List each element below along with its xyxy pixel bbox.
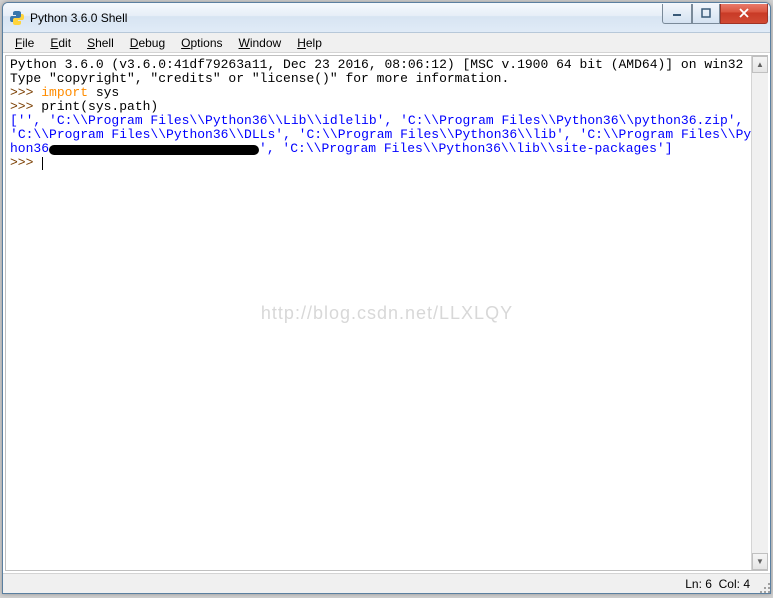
cmd1-rest: sys: [88, 85, 119, 100]
menu-help[interactable]: Help: [289, 34, 330, 52]
menu-shell[interactable]: Shell: [79, 34, 122, 52]
scroll-up-button[interactable]: ▲: [752, 56, 768, 73]
app-window: Python 3.6.0 Shell File Edit Shell Debug…: [2, 2, 771, 594]
cmd-print: print(sys.path): [41, 99, 158, 114]
line-value: 6: [705, 577, 712, 591]
banner-line-2: Type "copyright", "credits" or "license(…: [10, 71, 509, 86]
menubar: File Edit Shell Debug Options Window Hel…: [3, 33, 770, 53]
output: ['', 'C:\\Program Files\\Python36\\Lib\\…: [10, 113, 759, 156]
menu-options[interactable]: Options: [173, 34, 230, 52]
statusbar: Ln: 6 Col: 4: [3, 573, 770, 593]
vertical-scrollbar[interactable]: ▲ ▼: [751, 56, 768, 570]
banner-line-1: Python 3.6.0 (v3.6.0:41df79263a11, Dec 2…: [10, 57, 743, 72]
close-button[interactable]: [720, 4, 768, 24]
text-cursor: [42, 157, 43, 170]
prompt: >>>: [10, 99, 41, 114]
col-value: 4: [743, 577, 750, 591]
resize-grip[interactable]: [757, 580, 771, 594]
keyword-import: import: [41, 85, 88, 100]
prompt: >>>: [10, 85, 41, 100]
titlebar[interactable]: Python 3.6.0 Shell: [3, 3, 770, 33]
maximize-button[interactable]: [692, 4, 720, 24]
menu-edit[interactable]: Edit: [42, 34, 79, 52]
prompt: >>>: [10, 155, 41, 170]
menu-file[interactable]: File: [7, 34, 42, 52]
scroll-track[interactable]: [752, 73, 768, 553]
shell-text-area[interactable]: Python 3.6.0 (v3.6.0:41df79263a11, Dec 2…: [6, 56, 768, 570]
menu-debug[interactable]: Debug: [122, 34, 173, 52]
minimize-button[interactable]: [662, 4, 692, 24]
watermark: http://blog.csdn.net/LLXLQY: [261, 306, 513, 320]
scroll-down-button[interactable]: ▼: [752, 553, 768, 570]
python-icon: [9, 10, 25, 26]
menu-window[interactable]: Window: [231, 34, 290, 52]
redaction-bar: [49, 145, 259, 155]
col-label: Col:: [719, 577, 740, 591]
window-title: Python 3.6.0 Shell: [30, 11, 662, 25]
content-frame: Python 3.6.0 (v3.6.0:41df79263a11, Dec 2…: [5, 55, 768, 571]
line-label: Ln:: [685, 577, 702, 591]
window-controls: [662, 4, 768, 24]
